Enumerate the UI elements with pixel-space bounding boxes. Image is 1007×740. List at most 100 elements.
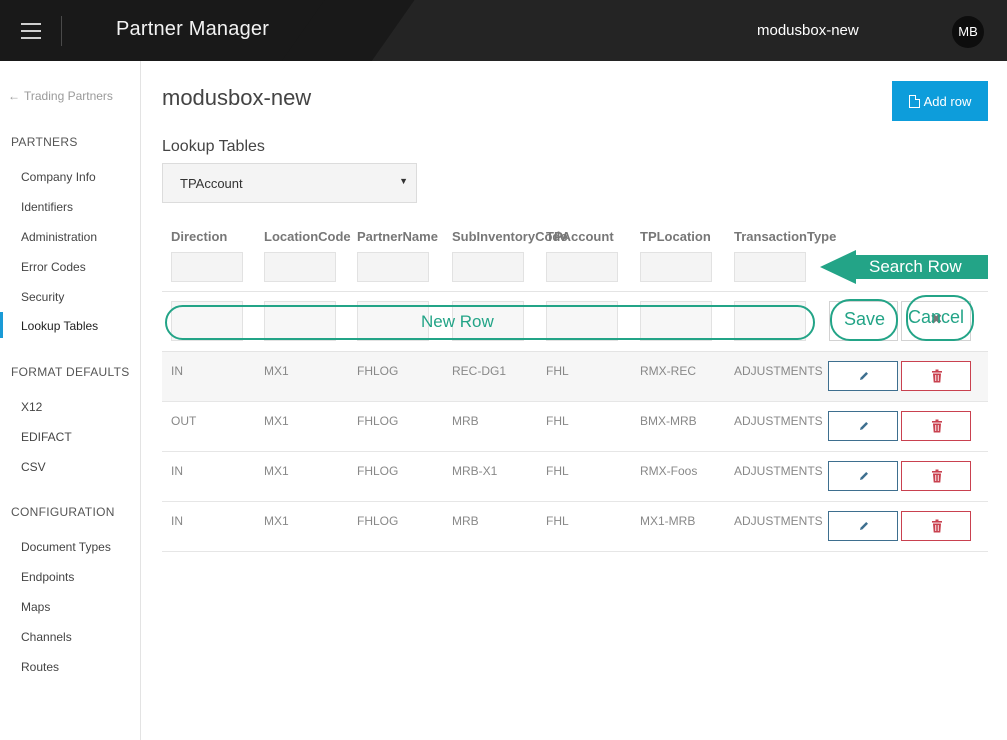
cell-partnername: FHLOG	[357, 514, 399, 528]
cell-transactiontype: ADJUSTMENTS	[734, 414, 823, 428]
pencil-icon	[860, 522, 868, 530]
delete-button[interactable]	[901, 511, 971, 541]
top-bar-divider	[61, 16, 62, 46]
cancel-annotation: Cancel	[908, 307, 965, 327]
cell-tplocation: MX1-MRB	[640, 514, 696, 528]
edit-button[interactable]	[828, 361, 898, 391]
table-row: IN MX1 FHLOG MRB FHL MX1-MRB ADJUSTMENTS	[162, 502, 988, 552]
cell-tplocation: RMX-Foos	[640, 464, 698, 478]
cell-locationcode: MX1	[264, 514, 289, 528]
lookup-tables-label: Lookup Tables	[162, 138, 265, 155]
column-header-tpaccount: TPAccount	[546, 229, 614, 244]
edit-button[interactable]	[828, 461, 898, 491]
back-link[interactable]: ← Trading Partners	[8, 89, 113, 103]
column-header-locationcode: LocationCode	[264, 229, 351, 244]
sidebar-item-csv[interactable]: CSV	[21, 460, 46, 474]
active-item-indicator	[0, 312, 3, 338]
delete-button[interactable]	[901, 461, 971, 491]
trash-icon	[932, 419, 942, 433]
add-row-button[interactable]: Add row	[892, 81, 988, 121]
page-title: modusbox-new	[162, 85, 312, 110]
pencil-icon	[860, 422, 868, 430]
edit-button[interactable]	[828, 511, 898, 541]
cell-locationcode: MX1	[264, 414, 289, 428]
search-input-locationcode[interactable]	[264, 252, 336, 282]
column-header-transactiontype: TransactionType	[734, 229, 837, 244]
app-title: Partner Manager	[116, 18, 270, 40]
cell-transactiontype: ADJUSTMENTS	[734, 364, 823, 378]
sidebar-item-lookup-tables[interactable]: Lookup Tables	[21, 319, 98, 333]
cell-partnername: FHLOG	[357, 414, 399, 428]
cell-tpaccount: FHL	[546, 514, 569, 528]
cell-partnername: FHLOG	[357, 364, 399, 378]
cell-tpaccount: FHL	[546, 364, 569, 378]
lookup-table-selected: TPAccount	[180, 176, 243, 191]
sidebar-item-document-types[interactable]: Document Types	[21, 540, 111, 554]
search-input-tpaccount[interactable]	[546, 252, 618, 282]
org-name: modusbox-new	[757, 22, 859, 39]
sidebar-item-error-codes[interactable]: Error Codes	[21, 260, 86, 274]
sidebar-item-identifiers[interactable]: Identifiers	[21, 200, 73, 214]
search-input-partnername[interactable]	[357, 252, 429, 282]
avatar[interactable]: MB	[952, 16, 984, 48]
sidebar-item-channels[interactable]: Channels	[21, 630, 72, 644]
section-heading-partners: PARTNERS	[11, 135, 78, 149]
cell-locationcode: MX1	[264, 364, 289, 378]
cell-subinventorycode: MRB	[452, 514, 479, 528]
trash-icon	[932, 469, 942, 483]
sidebar-item-x12[interactable]: X12	[21, 400, 42, 414]
sidebar-item-endpoints[interactable]: Endpoints	[21, 570, 74, 584]
cell-tpaccount: FHL	[546, 464, 569, 478]
top-bar: Partner Manager modusbox-new MB	[0, 0, 1007, 61]
table-row: IN MX1 FHLOG REC-DG1 FHL RMX-REC ADJUSTM…	[162, 352, 988, 402]
save-annotation: Save	[844, 309, 886, 329]
lookup-table-select[interactable]: TPAccount ▼	[162, 163, 417, 203]
cell-transactiontype: ADJUSTMENTS	[734, 514, 823, 528]
search-input-direction[interactable]	[171, 252, 243, 282]
cell-subinventorycode: MRB-X1	[452, 464, 498, 478]
divider	[162, 291, 988, 292]
sidebar-item-maps[interactable]: Maps	[21, 600, 50, 614]
pencil-icon	[860, 472, 868, 480]
trash-icon	[932, 519, 942, 533]
sidebar: ← Trading Partners PARTNERS Company Info …	[0, 61, 141, 740]
cell-tpaccount: FHL	[546, 414, 569, 428]
column-header-tplocation: TPLocation	[640, 229, 711, 244]
cell-locationcode: MX1	[264, 464, 289, 478]
cell-transactiontype: ADJUSTMENTS	[734, 464, 823, 478]
sidebar-item-routes[interactable]: Routes	[21, 660, 59, 674]
column-header-partnername: PartnerName	[357, 229, 438, 244]
sidebar-item-edifact[interactable]: EDIFACT	[21, 430, 72, 444]
edit-button[interactable]	[828, 411, 898, 441]
cell-tplocation: BMX-MRB	[640, 414, 697, 428]
arrow-left-icon: ←	[8, 89, 20, 103]
search-input-subinventorycode[interactable]	[452, 252, 524, 282]
column-header-direction: Direction	[171, 229, 228, 244]
sidebar-item-company-info[interactable]: Company Info	[21, 170, 96, 184]
cell-partnername: FHLOG	[357, 464, 399, 478]
cell-direction: IN	[171, 464, 183, 478]
delete-button[interactable]	[901, 411, 971, 441]
caret-down-icon: ▼	[399, 176, 408, 186]
back-link-label: Trading Partners	[24, 89, 113, 103]
search-row-annotation: Search Row	[869, 257, 962, 276]
new-row-annotation: New Row	[421, 312, 494, 331]
section-heading-configuration: CONFIGURATION	[11, 505, 115, 519]
cell-tplocation: RMX-REC	[640, 364, 696, 378]
cell-direction: IN	[171, 514, 183, 528]
table-row: OUT MX1 FHLOG MRB FHL BMX-MRB ADJUSTMENT…	[162, 402, 988, 452]
search-input-tplocation[interactable]	[640, 252, 712, 282]
delete-button[interactable]	[901, 361, 971, 391]
cell-direction: IN	[171, 364, 183, 378]
cell-subinventorycode: REC-DG1	[452, 364, 507, 378]
sidebar-item-security[interactable]: Security	[21, 290, 64, 304]
add-row-label: Add row	[923, 93, 972, 109]
pencil-icon	[860, 372, 868, 380]
section-heading-format-defaults: FORMAT DEFAULTS	[11, 365, 130, 379]
search-input-transactiontype[interactable]	[734, 252, 806, 282]
cell-subinventorycode: MRB	[452, 414, 479, 428]
document-icon	[908, 94, 920, 108]
cell-direction: OUT	[171, 414, 197, 428]
hamburger-menu-icon[interactable]	[10, 14, 52, 48]
sidebar-item-administration[interactable]: Administration	[21, 230, 97, 244]
